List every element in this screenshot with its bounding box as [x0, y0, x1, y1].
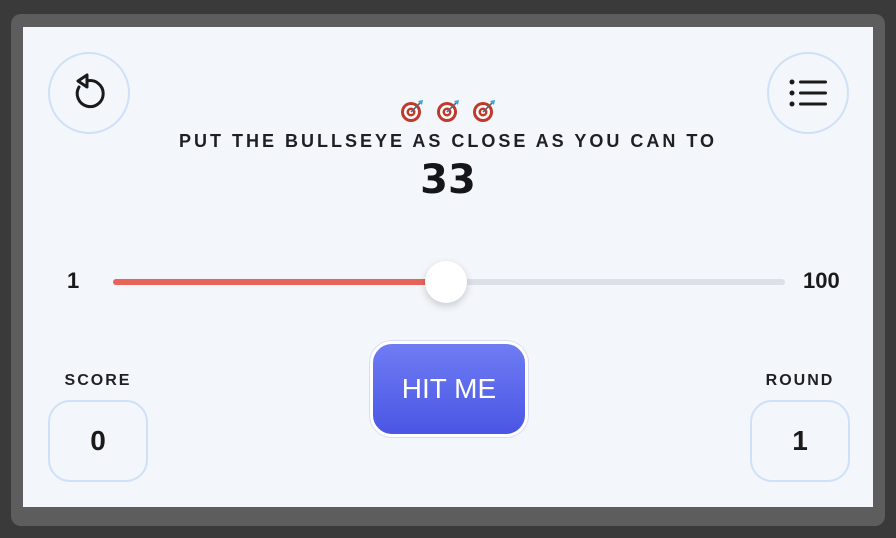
score-label: SCORE: [64, 372, 132, 389]
score-value: 0: [48, 400, 148, 482]
slider-max-label: 100: [803, 268, 840, 293]
slider-fill: [113, 279, 446, 285]
game-screen: PUT THE BULLSEYE AS CLOSE AS YOU CAN TO …: [23, 27, 873, 507]
guess-slider[interactable]: [113, 261, 785, 303]
dart-target-icon: [437, 100, 459, 122]
target-icons-row: [23, 99, 873, 128]
target-value: 33: [420, 157, 476, 203]
slider-thumb[interactable]: [424, 261, 467, 303]
instruction-text: PUT THE BULLSEYE AS CLOSE AS YOU CAN TO: [178, 131, 718, 151]
dart-target-icon: [401, 100, 424, 122]
hit-me-button[interactable]: HIT ME: [370, 341, 528, 437]
round-label: ROUND: [765, 372, 835, 389]
dart-target-icon: [472, 100, 495, 122]
slider-min-label: 1: [67, 268, 80, 293]
round-value: 1: [750, 400, 850, 482]
